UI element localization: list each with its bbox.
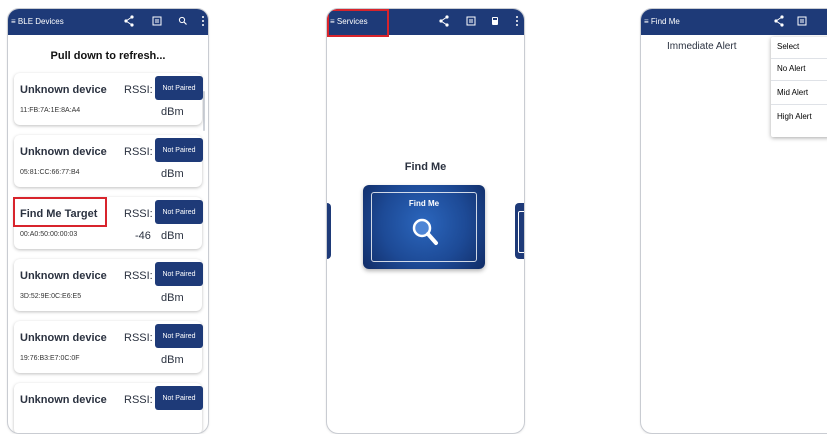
ble-devices-screen: ≡ BLE Devices Pull down to refresh... Un… — [7, 8, 209, 434]
device-card[interactable]: Unknown device RSSI: Not Paired — [14, 383, 203, 433]
device-card[interactable]: Unknown device RSSI: Not Paired 19:76:B3… — [14, 321, 203, 373]
device-address: 19:76:B3:E7:0C:0F — [20, 355, 80, 362]
menu-icon[interactable]: ≡ — [11, 17, 16, 26]
device-name: Unknown device — [20, 84, 107, 96]
rssi-value: -46 — [135, 230, 151, 242]
pair-button[interactable]: Not Paired — [155, 200, 203, 224]
pair-button[interactable]: Not Paired — [155, 324, 203, 348]
rssi-unit: dBm — [161, 168, 184, 180]
rssi-label: RSSI: — [124, 84, 153, 96]
pair-button[interactable]: Not Paired — [155, 138, 203, 162]
device-card[interactable]: Unknown device RSSI: Not Paired 11:FB:7A… — [14, 73, 203, 125]
pair-button[interactable]: Not Paired — [155, 386, 203, 410]
device-card[interactable]: Unknown device RSSI: Not Paired 3D:52:9E… — [14, 259, 203, 311]
app-title: ≡ Find Me — [644, 17, 680, 26]
dropdown-option-mid-alert[interactable]: Mid Alert — [777, 88, 808, 97]
find-me-screen: ≡ Find Me Immediate Alert Select No Aler… — [640, 8, 827, 434]
app-title: ≡ BLE Devices — [11, 17, 64, 26]
rssi-unit: dBm — [161, 106, 184, 118]
highlight-box — [13, 197, 107, 227]
save-icon[interactable] — [490, 15, 500, 31]
magnifier-icon — [411, 217, 439, 252]
find-me-service-card[interactable]: Find Me — [363, 185, 485, 269]
share-icon[interactable] — [124, 15, 134, 31]
device-address: 3D:52:9E:0C:E6:E5 — [20, 293, 82, 300]
dropdown-header: Select — [777, 42, 800, 51]
services-screen: ≡ Services Find Me Find Me — [326, 8, 525, 434]
device-name: Unknown device — [20, 146, 107, 158]
more-vert-icon[interactable] — [515, 15, 519, 31]
app-bar: ≡ BLE Devices — [8, 9, 208, 35]
device-name: Unknown device — [20, 332, 107, 344]
scrollbar[interactable] — [203, 91, 205, 131]
device-address: 11:FB:7A:1E:8A:A4 — [20, 107, 81, 114]
device-name: Unknown device — [20, 394, 107, 406]
device-name: Unknown device — [20, 270, 107, 282]
search-icon[interactable] — [178, 15, 188, 31]
share-icon[interactable] — [774, 15, 784, 31]
service-card-label: Find Me — [408, 199, 440, 208]
next-service-card[interactable] — [515, 203, 524, 259]
rssi-label: RSSI: — [124, 394, 153, 406]
rssi-label: RSSI: — [124, 270, 153, 282]
rssi-unit: dBm — [161, 292, 184, 304]
alert-level-dropdown[interactable]: Select No Alert Mid Alert High Alert — [771, 37, 827, 137]
rssi-label: RSSI: — [124, 208, 153, 220]
device-card[interactable]: Unknown device RSSI: Not Paired 05:81:CC… — [14, 135, 203, 187]
more-vert-icon[interactable] — [201, 15, 205, 31]
pair-button[interactable]: Not Paired — [155, 262, 203, 286]
rssi-unit: dBm — [161, 354, 184, 366]
highlight-box — [327, 9, 389, 37]
service-heading: Find Me — [404, 161, 447, 173]
device-address: 05:81:CC:66:77:B4 — [20, 169, 80, 176]
list-icon[interactable] — [466, 15, 476, 31]
pair-button[interactable]: Not Paired — [155, 76, 203, 100]
share-icon[interactable] — [439, 15, 449, 31]
list-icon[interactable] — [797, 15, 807, 31]
device-address: 00:A0:50:00:00:03 — [20, 231, 78, 238]
rssi-label: RSSI: — [124, 146, 153, 158]
pull-to-refresh-text: Pull down to refresh... — [50, 50, 166, 62]
list-icon[interactable] — [152, 15, 162, 31]
dropdown-option-high-alert[interactable]: High Alert — [777, 112, 812, 121]
dropdown-option-no-alert[interactable]: No Alert — [777, 64, 805, 73]
rssi-label: RSSI: — [124, 332, 153, 344]
immediate-alert-label: Immediate Alert — [667, 41, 737, 52]
menu-icon[interactable]: ≡ — [644, 17, 649, 26]
app-bar: ≡ Find Me — [641, 9, 827, 35]
previous-service-card[interactable] — [327, 203, 331, 259]
rssi-unit: dBm — [161, 230, 184, 242]
